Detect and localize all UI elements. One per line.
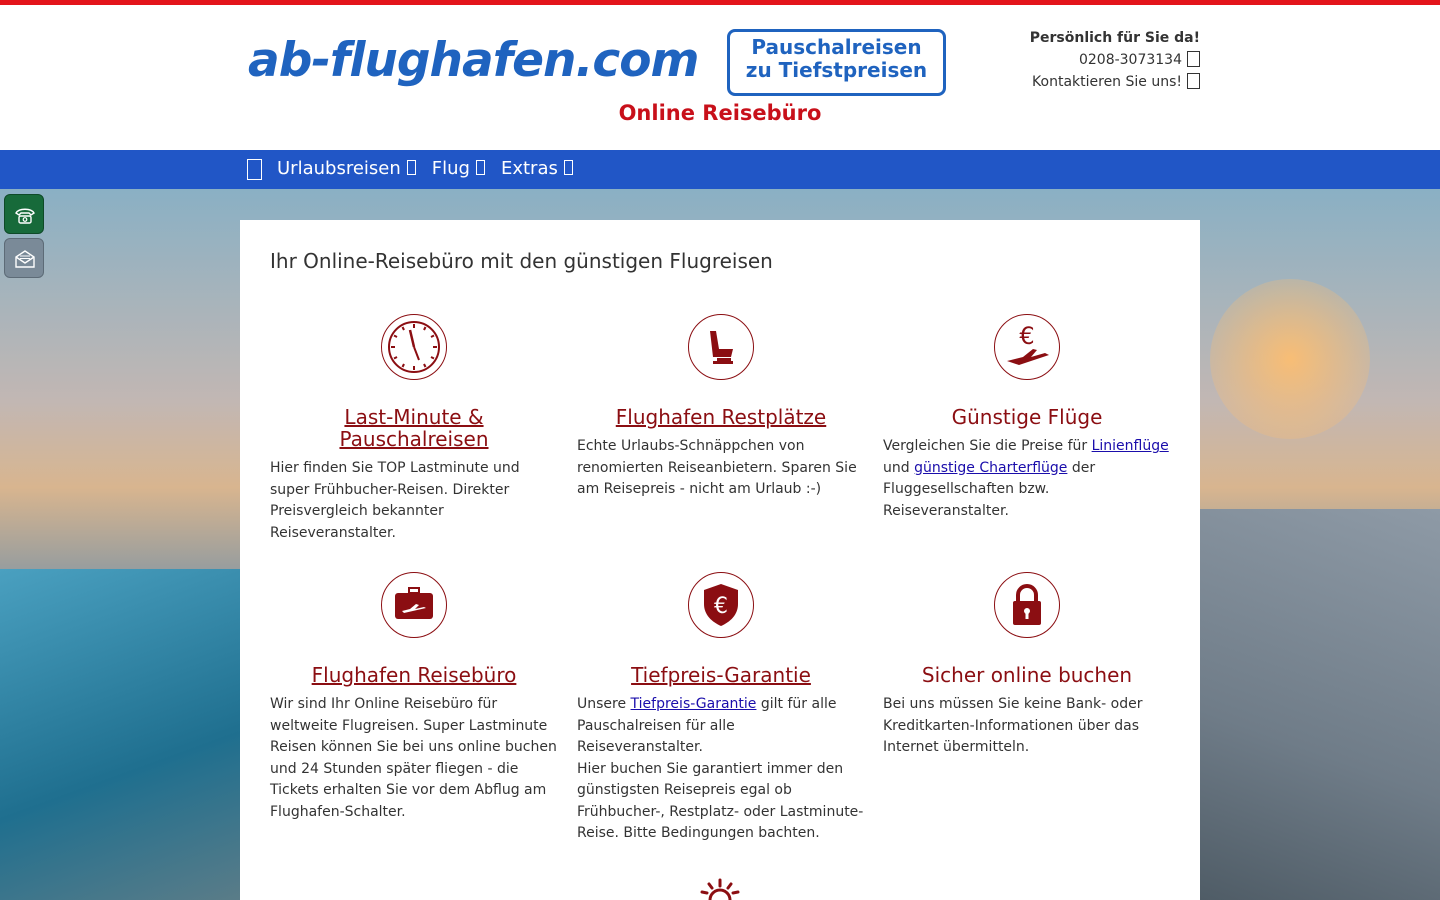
contact-title: Persönlich für Sie da!	[1029, 30, 1200, 46]
phone-number[interactable]: 0208-3073134	[1079, 52, 1182, 68]
side-phone-button[interactable]	[4, 194, 44, 234]
feature-card-restplaetze: Flughafen Restplätze Echte Urlaubs-Schnä…	[577, 314, 865, 501]
site-logo[interactable]: ab-flughafen.com	[248, 33, 699, 88]
airplane-wing-left	[0, 569, 240, 900]
card-text: Wir sind Ihr Online Reisebüro für weltwe…	[270, 696, 557, 820]
sun-icon	[700, 878, 740, 900]
contact-block: Persönlich für Sie da! 0208-3073134 Kont…	[1030, 27, 1200, 93]
chevron-down-icon	[563, 160, 573, 175]
card-text: Vergleichen Sie die Preise für Linienflü…	[883, 438, 1169, 519]
seat-icon	[688, 314, 754, 380]
side-mail-button[interactable]	[4, 238, 44, 278]
lock-icon	[994, 572, 1060, 638]
clock-icon	[381, 314, 447, 380]
feature-card-guenstige-fluege: € Günstige Flüge Vergleichen Sie die Pre…	[883, 314, 1171, 522]
card-text-2: Hier buchen Sie garantiert immer den gün…	[577, 760, 864, 842]
card-text: Bei uns müssen Sie keine Bank- oder Kred…	[883, 696, 1143, 755]
contact-link[interactable]: Kontaktieren Sie uns!	[1030, 71, 1200, 93]
card-title-link[interactable]: Last-Minute & Pauschalreisen	[270, 406, 558, 450]
charterfluege-link[interactable]: günstige Charterflüge	[914, 460, 1067, 476]
page-title: Ihr Online-Reisebüro mit den günstigen F…	[270, 249, 773, 273]
phone-link[interactable]: 0208-3073134	[1030, 49, 1200, 71]
card-title-link[interactable]: Flughafen Reisebüro	[270, 664, 558, 686]
home-icon[interactable]	[247, 159, 262, 180]
euro-plane-icon: €	[994, 314, 1060, 380]
contact-link-label[interactable]: Kontaktieren Sie uns!	[1032, 74, 1182, 90]
card-title-link[interactable]: Tiefpreis-Garantie	[577, 664, 865, 686]
nav-item-flug[interactable]: Flug	[432, 158, 485, 179]
nav-item-urlaubsreisen[interactable]: Urlaubsreisen	[277, 158, 416, 179]
feature-card-last-minute: Last-Minute & Pauschalreisen Hier finden…	[270, 314, 558, 544]
site-tagline: Online Reisebüro	[618, 101, 822, 125]
mail-icon	[1187, 73, 1200, 89]
card-title: Günstige Flüge	[951, 405, 1103, 429]
svg-text:€: €	[1019, 322, 1034, 350]
chevron-down-icon	[475, 160, 485, 175]
suitcase-plane-icon	[381, 572, 447, 638]
card-text: Unsere Tiefpreis-Garantie gilt für alle …	[577, 696, 837, 755]
promo-line-2: zu Tiefstpreisen	[745, 58, 928, 82]
linienfluege-link[interactable]: Linienflüge	[1092, 438, 1169, 454]
sunset-glow	[1210, 279, 1370, 439]
nav-item-extras[interactable]: Extras	[501, 158, 573, 179]
card-title: Sicher online buchen	[921, 663, 1133, 687]
euro-shield-icon: €	[688, 572, 754, 638]
promo-badge[interactable]: Pauschalreisen zu Tiefstpreisen	[727, 29, 946, 96]
promo-line-1: Pauschalreisen	[751, 35, 922, 59]
feature-card-sicher: Sicher online buchen Bei uns müssen Sie …	[883, 572, 1171, 759]
feature-card-tiefpreis: € Tiefpreis-Garantie Unsere Tiefpreis-Ga…	[577, 572, 865, 845]
card-title-link[interactable]: Flughafen Restplätze	[577, 406, 865, 428]
feature-card-reisebuero: Flughafen Reisebüro Wir sind Ihr Online …	[270, 572, 558, 823]
site-header: ab-flughafen.com Pauschalreisen zu Tiefs…	[0, 5, 1440, 150]
card-text: Echte Urlaubs-Schnäppchen von renomierte…	[577, 438, 857, 497]
content-panel: Ihr Online-Reisebüro mit den günstigen F…	[240, 220, 1200, 900]
phone-icon	[15, 208, 35, 224]
card-text: Hier finden Sie TOP Lastminute und super…	[270, 460, 520, 541]
tiefpreis-garantie-link[interactable]: Tiefpreis-Garantie	[631, 696, 757, 712]
phone-icon	[1187, 51, 1200, 67]
svg-text:€: €	[714, 594, 728, 619]
main-navigation: Urlaubsreisen Flug Extras	[0, 150, 1440, 189]
airplane-window-right	[1200, 509, 1440, 900]
mail-icon	[15, 250, 35, 268]
chevron-down-icon	[406, 160, 416, 175]
